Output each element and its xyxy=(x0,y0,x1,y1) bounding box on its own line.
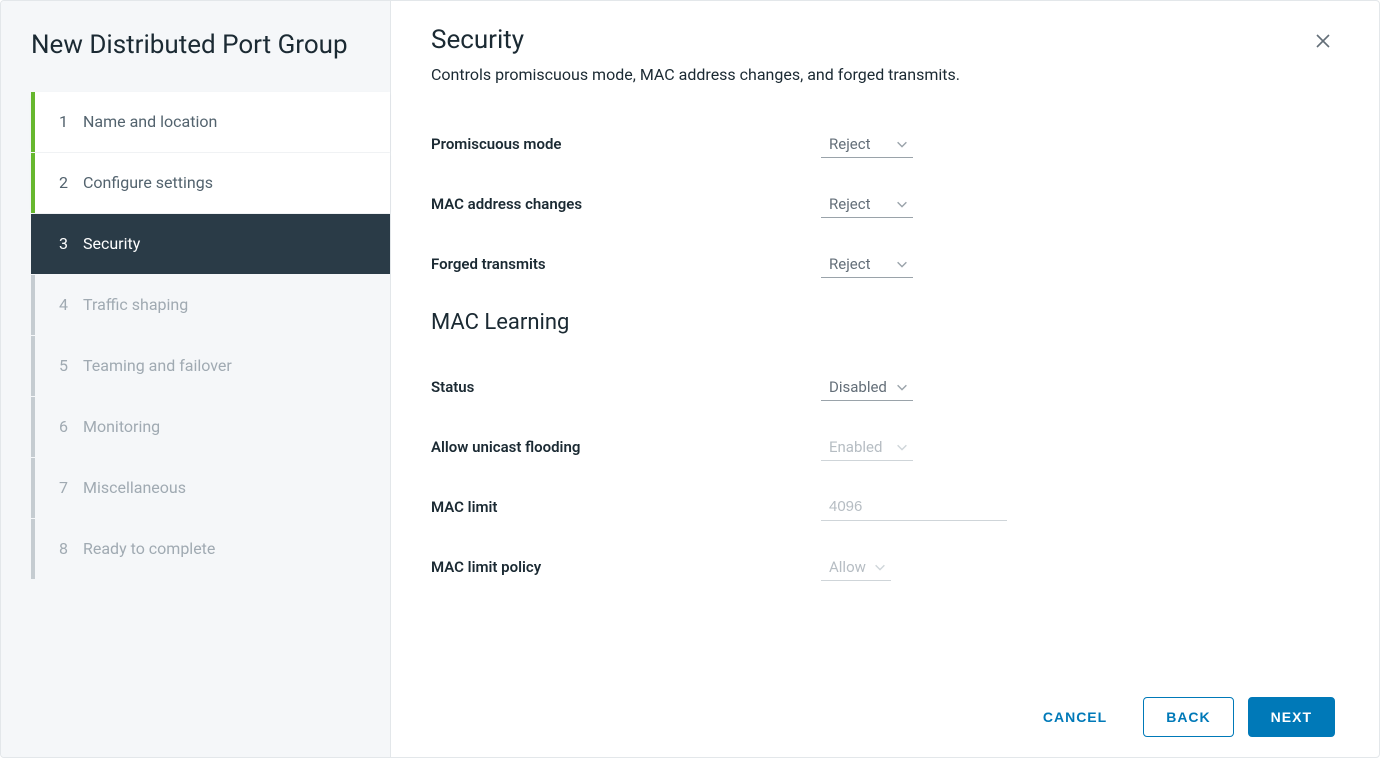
chevron-down-icon xyxy=(895,380,909,394)
chevron-down-icon xyxy=(895,197,909,211)
step-label: Security xyxy=(83,234,140,253)
wizard-dialog: New Distributed Port Group 1 Name and lo… xyxy=(0,0,1380,758)
row-mac-limit-policy: MAC limit policy Allow xyxy=(431,553,1339,581)
label-mac-limit-policy: MAC limit policy xyxy=(431,558,821,576)
step-traffic-shaping: 4 Traffic shaping xyxy=(31,275,390,335)
cancel-button[interactable]: CANCEL xyxy=(1021,697,1129,737)
step-indicator xyxy=(31,275,35,335)
label-allow-unicast-flooding: Allow unicast flooding xyxy=(431,438,821,456)
row-mac-address-changes: MAC address changes Reject xyxy=(431,190,1339,218)
row-promiscuous-mode: Promiscuous mode Reject xyxy=(431,130,1339,158)
step-indicator xyxy=(31,519,35,579)
step-indicator xyxy=(31,397,35,457)
step-number: 6 xyxy=(59,417,83,436)
select-value: Allow xyxy=(829,558,866,576)
step-name-and-location[interactable]: 1 Name and location xyxy=(31,92,390,152)
step-label: Monitoring xyxy=(83,417,160,436)
step-number: 4 xyxy=(59,295,83,314)
page-header: Security Controls promiscuous mode, MAC … xyxy=(431,25,1339,130)
select-forged-transmits[interactable]: Reject xyxy=(821,250,913,278)
wizard-footer: CANCEL BACK NEXT xyxy=(431,677,1339,757)
row-status: Status Disabled xyxy=(431,373,1339,401)
chevron-down-icon xyxy=(873,560,887,574)
step-indicator xyxy=(31,214,35,274)
step-number: 5 xyxy=(59,356,83,375)
section-mac-learning: MAC Learning xyxy=(431,310,1339,335)
step-label: Teaming and failover xyxy=(83,356,232,375)
next-button[interactable]: NEXT xyxy=(1248,697,1335,737)
close-button[interactable] xyxy=(1307,25,1339,57)
close-icon xyxy=(1315,33,1331,49)
step-ready-to-complete: 8 Ready to complete xyxy=(31,519,390,579)
label-forged-transmits: Forged transmits xyxy=(431,255,821,273)
step-security[interactable]: 3 Security xyxy=(31,214,390,274)
label-status: Status xyxy=(431,378,821,396)
wizard-title: New Distributed Port Group xyxy=(1,29,390,92)
step-label: Name and location xyxy=(83,112,217,131)
step-label: Configure settings xyxy=(83,173,213,192)
select-mac-limit-policy: Allow xyxy=(821,553,891,581)
chevron-down-icon xyxy=(895,137,909,151)
select-status[interactable]: Disabled xyxy=(821,373,913,401)
step-monitoring: 6 Monitoring xyxy=(31,397,390,457)
row-mac-limit: MAC limit xyxy=(431,493,1339,521)
page-subtitle: Controls promiscuous mode, MAC address c… xyxy=(431,65,1307,84)
step-indicator xyxy=(31,458,35,518)
label-mac-limit: MAC limit xyxy=(431,498,821,516)
row-forged-transmits: Forged transmits Reject xyxy=(431,250,1339,278)
step-number: 7 xyxy=(59,478,83,497)
row-allow-unicast-flooding: Allow unicast flooding Enabled xyxy=(431,433,1339,461)
step-label: Miscellaneous xyxy=(83,478,186,497)
back-button[interactable]: BACK xyxy=(1143,697,1233,737)
select-value: Disabled xyxy=(829,378,887,396)
select-value: Reject xyxy=(829,135,871,153)
wizard-sidebar: New Distributed Port Group 1 Name and lo… xyxy=(1,1,391,757)
select-mac-address-changes[interactable]: Reject xyxy=(821,190,913,218)
chevron-down-icon xyxy=(895,440,909,454)
wizard-steps: 1 Name and location 2 Configure settings… xyxy=(1,92,390,580)
step-indicator xyxy=(31,92,35,152)
label-mac-address-changes: MAC address changes xyxy=(431,195,821,213)
label-promiscuous-mode: Promiscuous mode xyxy=(431,135,821,153)
select-value: Enabled xyxy=(829,438,882,456)
step-configure-settings[interactable]: 2 Configure settings xyxy=(31,153,390,213)
select-value: Reject xyxy=(829,195,871,213)
select-value: Reject xyxy=(829,255,871,273)
page-title: Security xyxy=(431,25,1307,55)
select-allow-unicast-flooding: Enabled xyxy=(821,433,913,461)
form-area: Promiscuous mode Reject MAC address chan… xyxy=(431,130,1339,677)
step-number: 2 xyxy=(59,173,83,192)
select-promiscuous-mode[interactable]: Reject xyxy=(821,130,913,158)
step-label: Ready to complete xyxy=(83,539,215,558)
step-number: 8 xyxy=(59,539,83,558)
step-miscellaneous: 7 Miscellaneous xyxy=(31,458,390,518)
chevron-down-icon xyxy=(895,257,909,271)
step-number: 3 xyxy=(59,234,83,253)
step-indicator xyxy=(31,336,35,396)
input-mac-limit xyxy=(821,493,1007,521)
step-teaming-and-failover: 5 Teaming and failover xyxy=(31,336,390,396)
step-indicator xyxy=(31,153,35,213)
step-number: 1 xyxy=(59,112,83,131)
step-label: Traffic shaping xyxy=(83,295,188,314)
wizard-main: Security Controls promiscuous mode, MAC … xyxy=(391,1,1379,757)
